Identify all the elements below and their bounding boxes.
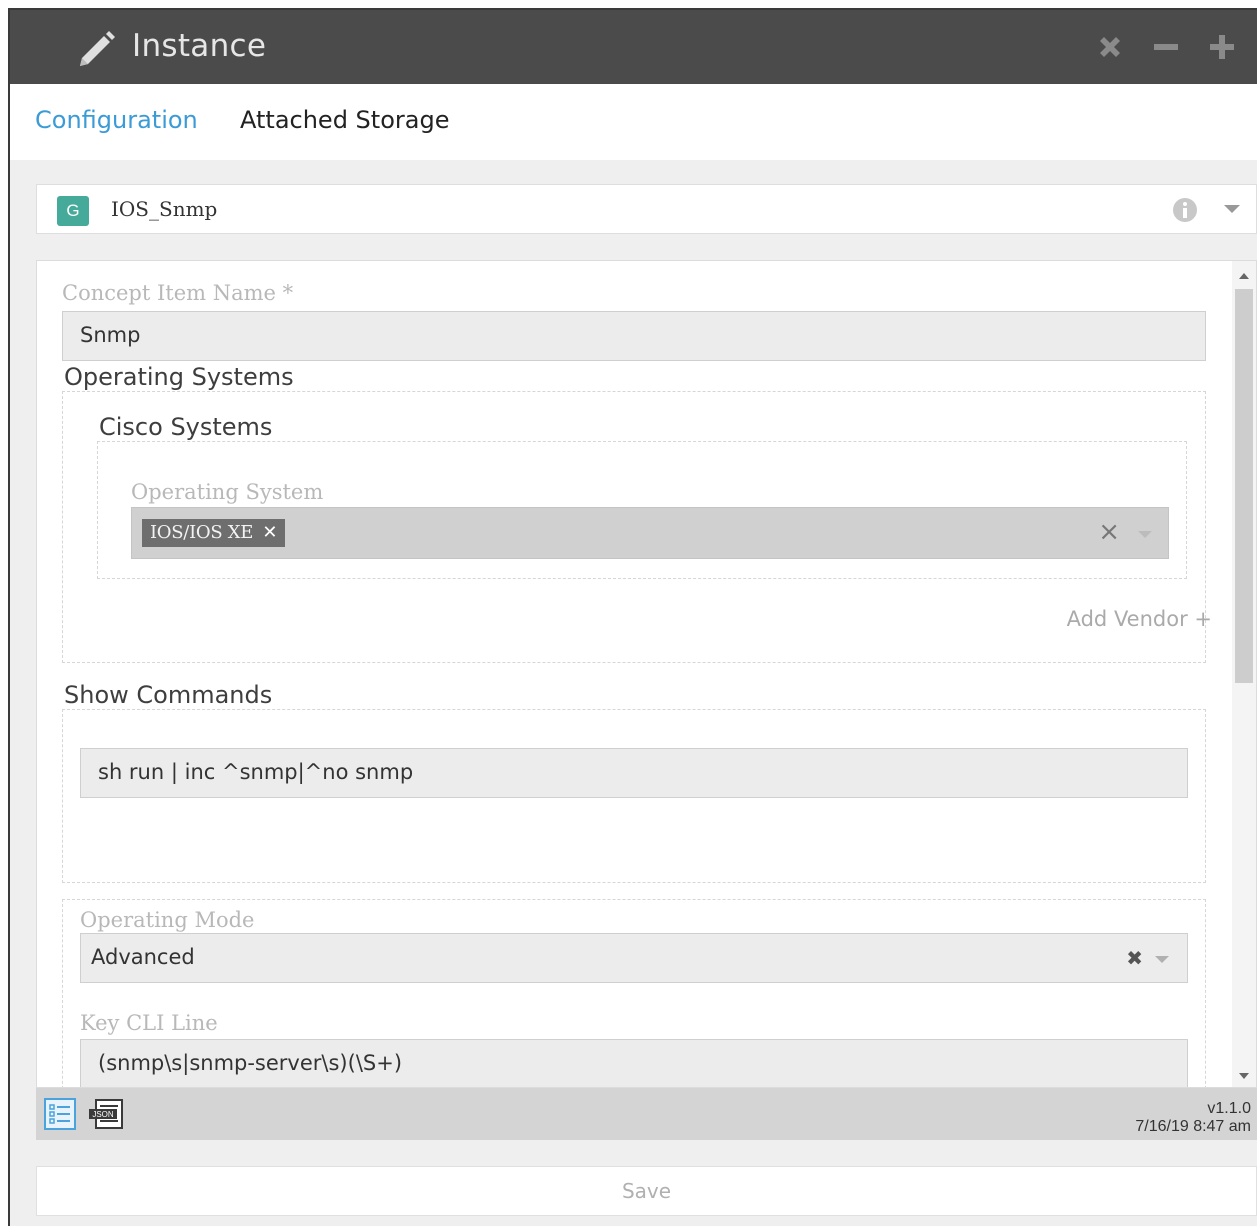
operating-systems-title: Operating Systems [64,363,294,391]
scrollbar[interactable] [1232,261,1256,1087]
chevron-down-icon[interactable] [1224,205,1240,213]
clear-mode-icon[interactable]: ✖ [1126,948,1143,968]
tab-attached-storage[interactable]: Attached Storage [240,106,449,134]
title-bar: Instance [10,10,1257,84]
save-button[interactable]: Save [37,1167,1256,1215]
version-timestamp: 7/16/19 8:47 am [1135,1118,1251,1135]
scroll-thumb[interactable] [1235,289,1253,683]
json-view-icon[interactable]: JSON [88,1098,124,1130]
svg-text:JSON: JSON [92,1110,114,1119]
scroll-up-icon[interactable] [1239,273,1249,279]
close-icon[interactable] [1095,32,1125,62]
version-number: v1.1.0 [1207,1100,1251,1117]
scroll-down-icon[interactable] [1239,1073,1249,1079]
info-icon[interactable] [1172,197,1198,223]
operating-mode-select[interactable]: Advanced ✖ [80,933,1188,983]
dropdown-caret-icon[interactable] [1138,531,1152,538]
os-chip: IOS/IOS XE ✕ [142,519,286,547]
concept-item-name-label: Concept Item Name * [62,281,294,305]
form-panel: Concept Item Name * Snmp Operating Syste… [36,260,1257,1088]
operating-mode-label: Operating Mode [80,908,255,932]
form-view-icon[interactable] [44,1098,76,1130]
instance-window: Instance Configuration Attached Storage … [8,8,1257,1226]
tab-configuration[interactable]: Configuration [35,106,198,134]
add-vendor-button[interactable]: Add Vendor + [1067,607,1212,631]
operating-system-label: Operating System [131,480,324,504]
group-header[interactable]: G IOS_Snmp [36,184,1257,234]
version-info: v1.1.0 7/16/19 8:47 am [1135,1100,1251,1136]
pencil-icon [80,31,115,66]
operating-mode-value: Advanced [91,945,195,969]
os-chip-label: IOS/IOS XE [150,522,254,543]
vendor-title: Cisco Systems [99,413,273,441]
key-cli-line-label: Key CLI Line [80,1011,218,1035]
tab-bar: Configuration Attached Storage [10,84,1257,160]
show-commands-title: Show Commands [64,681,273,709]
group-badge: G [57,196,89,226]
key-cli-line-field[interactable]: (snmp\s|snmp-server\s)(\S+) [80,1039,1188,1087]
minimize-icon[interactable] [1151,32,1181,62]
remove-chip-icon[interactable]: ✕ [262,519,277,547]
save-bar: Save [36,1166,1257,1216]
window-title: Instance [132,28,267,64]
concept-item-name-field[interactable]: Snmp [62,311,1206,361]
mode-caret-icon[interactable] [1155,956,1169,963]
show-command-field[interactable]: sh run | inc ^snmp|^no snmp [80,748,1188,798]
footer-bar: JSON v1.1.0 7/16/19 8:47 am [36,1088,1257,1140]
group-name: IOS_Snmp [111,197,218,221]
maximize-icon[interactable] [1207,32,1237,62]
operating-system-select[interactable]: IOS/IOS XE ✕ × [131,507,1169,559]
clear-icon[interactable]: × [1098,518,1120,546]
